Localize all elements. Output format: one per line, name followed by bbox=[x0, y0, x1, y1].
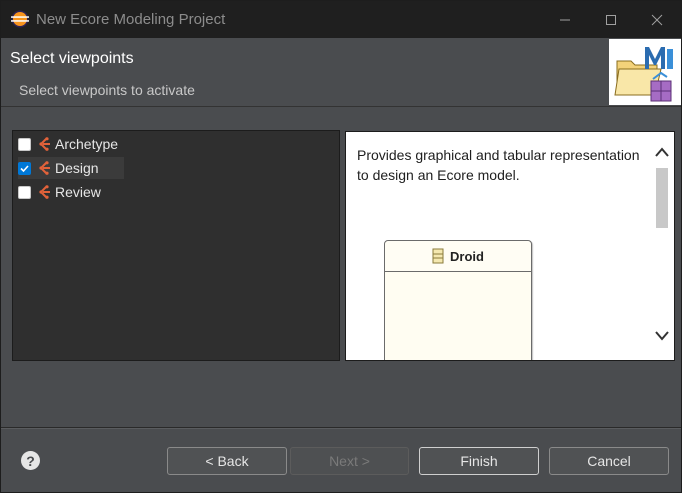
help-icon: ? bbox=[26, 452, 35, 469]
class-preview-header: Droid bbox=[385, 241, 531, 272]
viewpoint-item-design[interactable]: Design bbox=[18, 157, 124, 179]
checkmark-icon bbox=[20, 164, 29, 172]
minimize-button[interactable] bbox=[542, 1, 588, 38]
eclipse-icon bbox=[11, 10, 29, 28]
wizard-header: Select viewpoints Select viewpoints to a… bbox=[1, 38, 681, 106]
class-name: Droid bbox=[450, 248, 484, 264]
eclass-icon bbox=[432, 248, 444, 264]
next-button[interactable]: Next > bbox=[290, 447, 409, 475]
viewpoint-item-archetype[interactable]: Archetype bbox=[18, 133, 128, 155]
viewpoint-item-review[interactable]: Review bbox=[18, 181, 128, 203]
viewpoint-label: Review bbox=[55, 184, 101, 200]
viewpoint-icon bbox=[39, 185, 50, 199]
viewpoint-checkbox[interactable] bbox=[18, 161, 31, 175]
help-button[interactable]: ? bbox=[21, 451, 40, 470]
viewpoint-checkbox[interactable] bbox=[18, 185, 31, 199]
modeling-project-icon bbox=[614, 47, 673, 102]
footer-separator-highlight bbox=[1, 428, 681, 429]
wizard-window: New Ecore Modeling Project Select viewpo… bbox=[0, 0, 682, 493]
finish-button[interactable]: Finish bbox=[419, 447, 539, 475]
viewpoint-label: Design bbox=[55, 160, 99, 176]
maximize-icon bbox=[606, 14, 616, 25]
viewpoint-label: Archetype bbox=[55, 136, 119, 152]
close-button[interactable] bbox=[634, 1, 680, 38]
header-separator bbox=[1, 106, 681, 107]
vertical-scrollbar[interactable] bbox=[650, 132, 674, 360]
page-subtitle: Select viewpoints to activate bbox=[19, 82, 195, 98]
description-panel[interactable]: Provides graphical and tabular represent… bbox=[345, 131, 675, 361]
viewpoint-icon bbox=[39, 137, 50, 151]
window-title: New Ecore Modeling Project bbox=[36, 11, 226, 28]
maximize-button[interactable] bbox=[588, 1, 634, 38]
viewpoint-icon bbox=[39, 161, 50, 175]
scroll-up-icon[interactable] bbox=[654, 146, 670, 158]
close-icon bbox=[651, 14, 663, 25]
viewpoint-list[interactable]: Archetype Design Review bbox=[12, 130, 340, 361]
scroll-down-icon[interactable] bbox=[654, 330, 670, 342]
title-bar: New Ecore Modeling Project bbox=[1, 1, 681, 38]
minimize-icon bbox=[560, 19, 570, 20]
class-preview: Droid bbox=[384, 240, 532, 360]
cancel-button[interactable]: Cancel bbox=[549, 447, 669, 475]
scroll-thumb[interactable] bbox=[656, 168, 668, 228]
wizard-banner-image bbox=[609, 39, 681, 105]
page-title: Select viewpoints bbox=[10, 50, 134, 67]
description-text: Provides graphical and tabular represent… bbox=[357, 147, 640, 183]
viewpoint-checkbox[interactable] bbox=[18, 137, 31, 151]
back-button[interactable]: < Back bbox=[167, 447, 287, 475]
